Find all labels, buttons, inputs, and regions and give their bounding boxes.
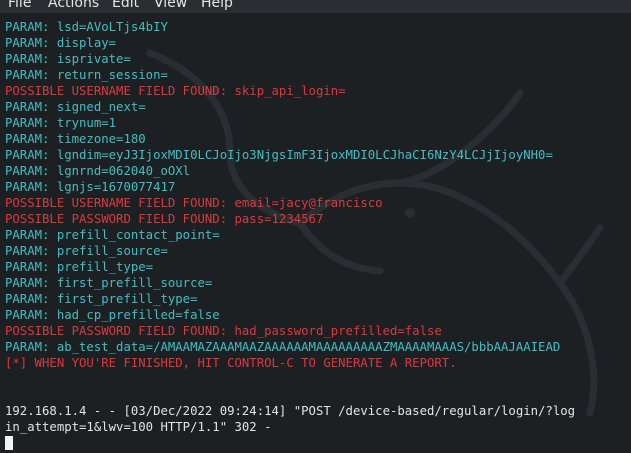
terminal-line-alert: POSSIBLE USERNAME FIELD FOUND: email=jac…	[5, 196, 383, 210]
terminal-cursor	[5, 436, 13, 450]
menu-view[interactable]: View	[154, 0, 187, 12]
terminal-line: PARAM: had_cp_prefilled=false	[5, 308, 220, 322]
terminal-line: PARAM: isprivate=	[5, 52, 131, 66]
terminal-line: PARAM: signed_next=	[5, 100, 146, 114]
terminal-line-info: [*] WHEN YOU'RE FINISHED, HIT CONTROL-C …	[5, 356, 457, 370]
terminal-line: PARAM: prefill_source=	[5, 244, 168, 258]
menu-help[interactable]: Help	[201, 0, 233, 12]
terminal-line-log: 192.168.1.4 - - [03/Dec/2022 09:24:14] "…	[5, 404, 576, 418]
terminal-line-alert: POSSIBLE PASSWORD FIELD FOUND: pass=1234…	[5, 212, 324, 226]
terminal-line: PARAM: trynum=1	[5, 116, 117, 130]
terminal-line: PARAM: display=	[5, 36, 117, 50]
terminal-output[interactable]: PARAM: lsd=AVoLTjs4bIY PARAM: display= P…	[0, 13, 631, 453]
terminal-line-alert: POSSIBLE PASSWORD FIELD FOUND: had_passw…	[5, 324, 442, 338]
menu-actions[interactable]: Actions	[48, 0, 99, 12]
terminal-line: PARAM: ab_test_data=/AMAAMAZAAAMAAZAAAAA…	[5, 340, 561, 354]
terminal-line: PARAM: lgnrnd=062040_oOXl	[5, 164, 191, 178]
terminal-line: PARAM: prefill_contact_point=	[5, 228, 220, 242]
terminal-line: PARAM: lsd=AVoLTjs4bIY	[5, 20, 168, 34]
menu-bar: File Actions Edit View Help	[0, 0, 631, 13]
terminal-line: PARAM: lgndim=eyJ3IjoxMDI0LCJoIjo3NjgsIm…	[5, 148, 553, 162]
menu-edit[interactable]: Edit	[112, 0, 139, 12]
terminal-line: PARAM: lgnjs=1670077417	[5, 180, 176, 194]
terminal-line: PARAM: return_session=	[5, 68, 168, 82]
terminal-prompt-line[interactable]	[5, 435, 631, 451]
terminal-line: PARAM: timezone=180	[5, 132, 146, 146]
terminal-line-log: in_attempt=1&lwv=100 HTTP/1.1" 302 -	[5, 420, 272, 434]
terminal-line-alert: POSSIBLE USERNAME FIELD FOUND: skip_api_…	[5, 84, 346, 98]
terminal-lines: PARAM: lsd=AVoLTjs4bIY PARAM: display= P…	[5, 19, 631, 451]
terminal-line: PARAM: prefill_type=	[5, 260, 154, 274]
terminal-line: PARAM: first_prefill_source=	[5, 276, 213, 290]
menu-file[interactable]: File	[8, 0, 31, 12]
terminal-line: PARAM: first_prefill_type=	[5, 292, 198, 306]
